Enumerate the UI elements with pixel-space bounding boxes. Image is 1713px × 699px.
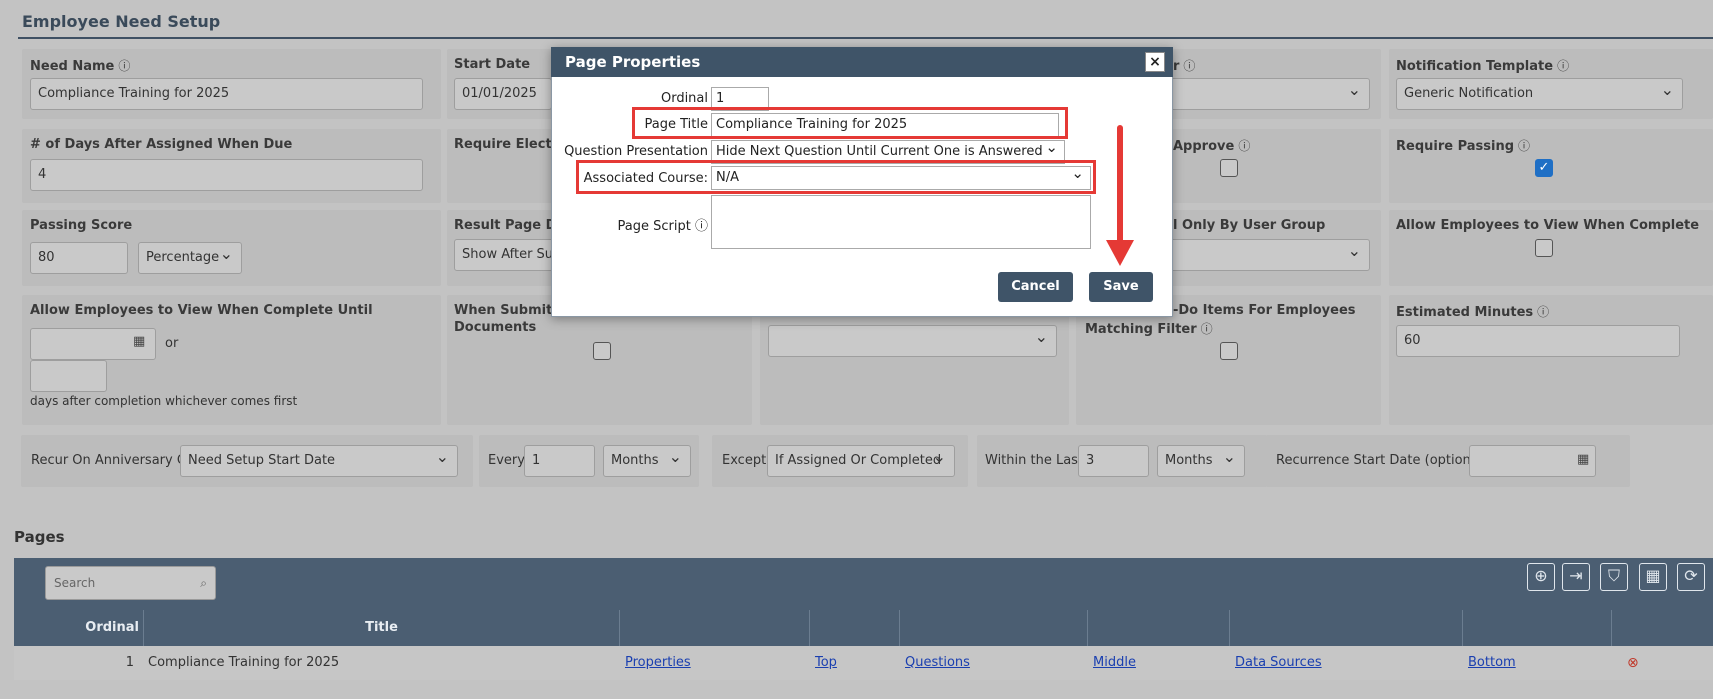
grid-search-input[interactable]: Search ⌕ xyxy=(45,566,216,600)
info-icon: ⓘ xyxy=(1183,59,1196,73)
allow-view-checkbox[interactable] xyxy=(1535,239,1553,257)
save-button[interactable]: Save xyxy=(1089,272,1153,302)
or-text: or xyxy=(165,336,179,351)
recur-anniversary-label: Recur On Anniversary Of xyxy=(31,453,192,468)
every-label: Every xyxy=(488,453,525,468)
approve-checkbox[interactable] xyxy=(1220,159,1238,177)
user-group-label: l Only By User Group xyxy=(1173,218,1326,233)
start-date-label: Start Date xyxy=(454,57,531,72)
column-header-top xyxy=(810,610,900,646)
recur-anniversary-select[interactable]: Need Setup Start Date xyxy=(180,445,458,477)
recur-start-label: Recurrence Start Date (optional) xyxy=(1276,453,1488,468)
dialog-title: Page Properties xyxy=(551,47,1173,77)
allow-view-label: Allow Employees to View When Complete xyxy=(1396,218,1700,233)
estimated-minutes-label: Estimated Minutes ⓘ xyxy=(1396,305,1550,320)
annotation-arrow xyxy=(1117,125,1123,245)
estimated-minutes-input[interactable]: 60 xyxy=(1396,325,1680,357)
allow-view-until-days-input[interactable] xyxy=(30,360,107,392)
page-title-highlight xyxy=(632,107,1068,139)
column-header-properties xyxy=(620,610,810,646)
section-title: Employee Need Setup xyxy=(22,12,221,31)
need-name-input[interactable]: Compliance Training for 2025 xyxy=(30,78,423,110)
start-date-input[interactable]: 01/01/2025 xyxy=(454,78,552,110)
calendar-icon[interactable]: ▦ xyxy=(133,334,145,349)
info-icon: ⓘ xyxy=(694,219,708,234)
notification-template-select[interactable]: Generic Notification xyxy=(1396,78,1683,110)
properties-link[interactable]: Properties xyxy=(625,646,691,680)
delete-icon[interactable]: ⊗ xyxy=(1627,646,1639,680)
within-label: Within the Last xyxy=(985,453,1084,468)
annotation-arrow-head xyxy=(1106,240,1134,266)
question-presentation-label: Question Presentation xyxy=(564,144,708,159)
info-icon: ⓘ xyxy=(1518,139,1531,153)
info-icon: ⓘ xyxy=(1238,139,1251,153)
passing-score-label: Passing Score xyxy=(30,218,133,233)
every-input[interactable]: 1 xyxy=(524,445,595,477)
todo-items-label-2: Matching Filter ⓘ xyxy=(1085,322,1213,337)
except-label: Except xyxy=(722,453,767,468)
every-unit-select[interactable]: Months xyxy=(603,445,691,477)
calendar-icon[interactable]: ▦ xyxy=(1577,452,1589,467)
info-icon: ⓘ xyxy=(1200,322,1213,336)
need-name-label: Need Name ⓘ xyxy=(30,59,131,74)
approve-label: Approve ⓘ xyxy=(1173,139,1251,154)
passing-score-input[interactable]: 80 xyxy=(30,242,128,274)
notification-template-label: Notification Template ⓘ xyxy=(1396,59,1570,74)
days-after-text: days after completion whichever comes fi… xyxy=(30,394,298,408)
except-select[interactable]: If Assigned Or Completed xyxy=(767,445,955,477)
bottom-link[interactable]: Bottom xyxy=(1468,646,1516,680)
row-title: Compliance Training for 2025 xyxy=(148,655,340,670)
add-icon[interactable]: ⊕ xyxy=(1527,563,1555,591)
associated-course-highlight xyxy=(576,160,1096,194)
filter-icon[interactable]: ⛉ xyxy=(1600,563,1628,591)
column-header-ordinal[interactable]: Ordinal xyxy=(14,610,144,646)
todo-items-checkbox[interactable] xyxy=(1220,342,1238,360)
info-icon: ⓘ xyxy=(118,59,131,73)
column-header-bottom xyxy=(1463,610,1612,646)
top-link[interactable]: Top xyxy=(815,646,837,680)
require-passing-label: Require Passing ⓘ xyxy=(1396,139,1531,154)
col3-row4-select[interactable] xyxy=(768,325,1057,357)
column-header-middle xyxy=(1088,610,1230,646)
grid-toolbar xyxy=(14,558,1713,610)
columns-icon[interactable]: ▦ xyxy=(1639,563,1667,591)
info-icon: ⓘ xyxy=(1557,59,1570,73)
data-sources-link[interactable]: Data Sources xyxy=(1235,646,1322,680)
export-icon[interactable]: ⇥ xyxy=(1562,563,1590,591)
require-passing-checkbox[interactable]: ✓ xyxy=(1535,159,1553,177)
close-icon[interactable]: × xyxy=(1145,52,1165,72)
todo-items-label: -Do Items For Employees xyxy=(1173,303,1356,318)
page-script-label: Page Script ⓘ xyxy=(617,219,708,234)
column-header-data-sources xyxy=(1230,610,1463,646)
refresh-icon[interactable]: ⟳ xyxy=(1677,563,1705,591)
column-header-title[interactable]: Title xyxy=(144,610,620,646)
result-page-select[interactable]: Show After Sub xyxy=(454,239,554,271)
within-unit-select[interactable]: Months xyxy=(1157,445,1245,477)
days-due-label: # of Days After Assigned When Due xyxy=(30,137,293,152)
page-script-textarea[interactable] xyxy=(711,195,1091,249)
title-divider xyxy=(18,37,1713,39)
ordinal-label: Ordinal xyxy=(660,91,708,106)
info-icon: ⓘ xyxy=(1537,305,1550,319)
when-submitted-checkbox[interactable] xyxy=(593,342,611,360)
passing-score-type-select[interactable]: Percentage xyxy=(138,242,242,274)
row-ordinal: 1 xyxy=(125,655,134,670)
within-input[interactable]: 3 xyxy=(1078,445,1149,477)
when-submitted-label-2: Documents xyxy=(454,320,537,335)
pages-title: Pages xyxy=(14,528,65,546)
questions-link[interactable]: Questions xyxy=(905,646,970,680)
column-header-questions xyxy=(900,610,1088,646)
cancel-button[interactable]: Cancel xyxy=(998,272,1073,302)
allow-view-until-label: Allow Employees to View When Complete Un… xyxy=(30,303,373,318)
col4-label: r ⓘ xyxy=(1173,59,1196,74)
days-due-input[interactable]: 4 xyxy=(30,159,423,191)
middle-link[interactable]: Middle xyxy=(1093,646,1136,680)
search-icon: ⌕ xyxy=(200,576,207,590)
